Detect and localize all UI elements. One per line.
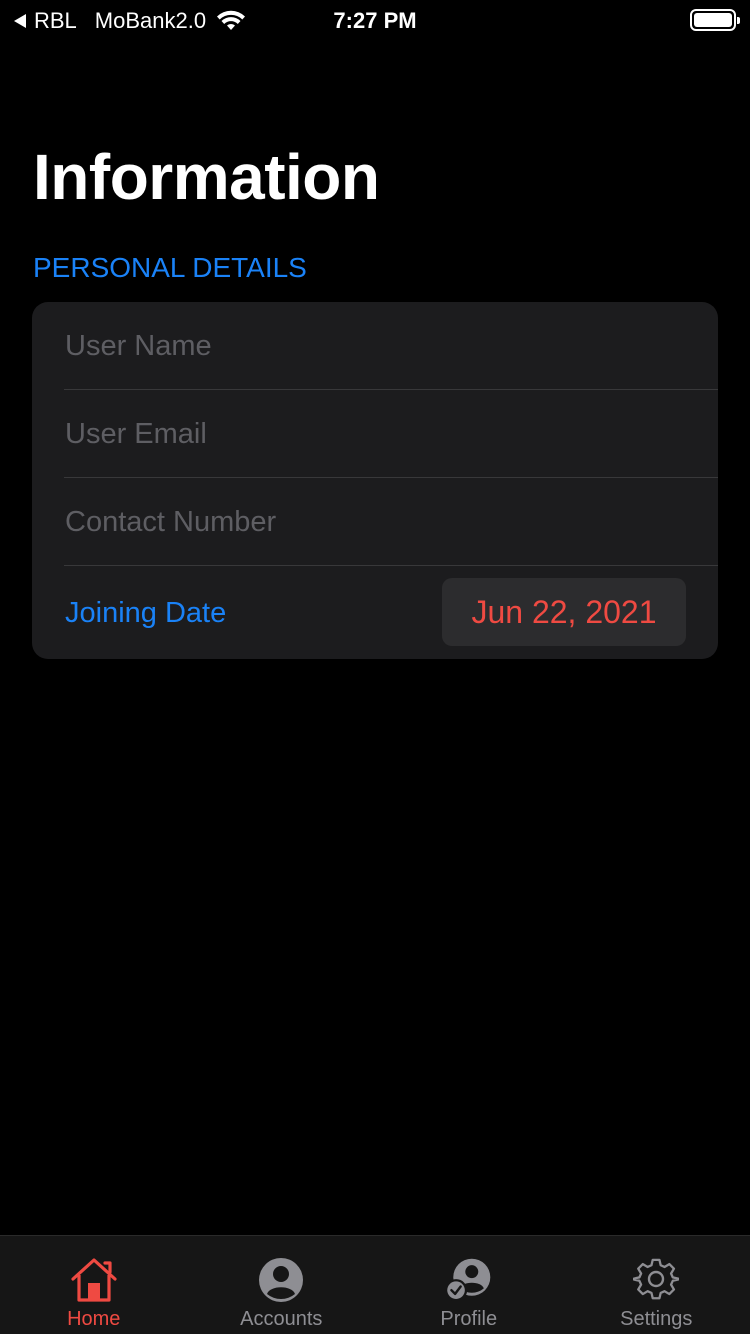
contact-number-field[interactable] (65, 478, 698, 566)
tab-settings-label: Settings (620, 1308, 693, 1330)
personal-details-card: Joining Date Jun 22, 2021 (32, 302, 718, 659)
joining-date-label: Joining Date (65, 597, 227, 629)
tab-home[interactable]: Home (0, 1236, 188, 1334)
status-bar: RBL MoBank2.0 7:27 PM (0, 0, 750, 40)
battery-fill (694, 13, 732, 27)
gear-icon (631, 1256, 681, 1304)
joining-date-picker[interactable]: Jun 22, 2021 (442, 578, 686, 646)
tab-bar: Home Accounts Profile Settings (0, 1235, 750, 1334)
user-name-field[interactable] (65, 302, 698, 390)
tab-home-label: Home (67, 1308, 121, 1330)
tab-settings[interactable]: Settings (563, 1236, 750, 1334)
page-title: Information (33, 141, 380, 213)
contact-number-row (32, 478, 718, 566)
person-circle-icon (256, 1256, 306, 1304)
tab-profile[interactable]: Profile (375, 1236, 563, 1334)
personal-details-header: PERSONAL DETAILS (33, 252, 307, 283)
user-name-row (32, 302, 718, 390)
tab-accounts-label: Accounts (240, 1308, 323, 1330)
status-time: 7:27 PM (333, 8, 417, 33)
tab-profile-label: Profile (440, 1308, 498, 1330)
divider (64, 565, 718, 566)
tab-accounts[interactable]: Accounts (188, 1236, 376, 1334)
battery-tip (737, 17, 740, 24)
profile-check-icon (444, 1256, 494, 1304)
home-icon (69, 1256, 119, 1304)
user-email-row (32, 390, 718, 478)
battery-icon (690, 9, 740, 31)
user-email-field[interactable] (65, 390, 698, 478)
